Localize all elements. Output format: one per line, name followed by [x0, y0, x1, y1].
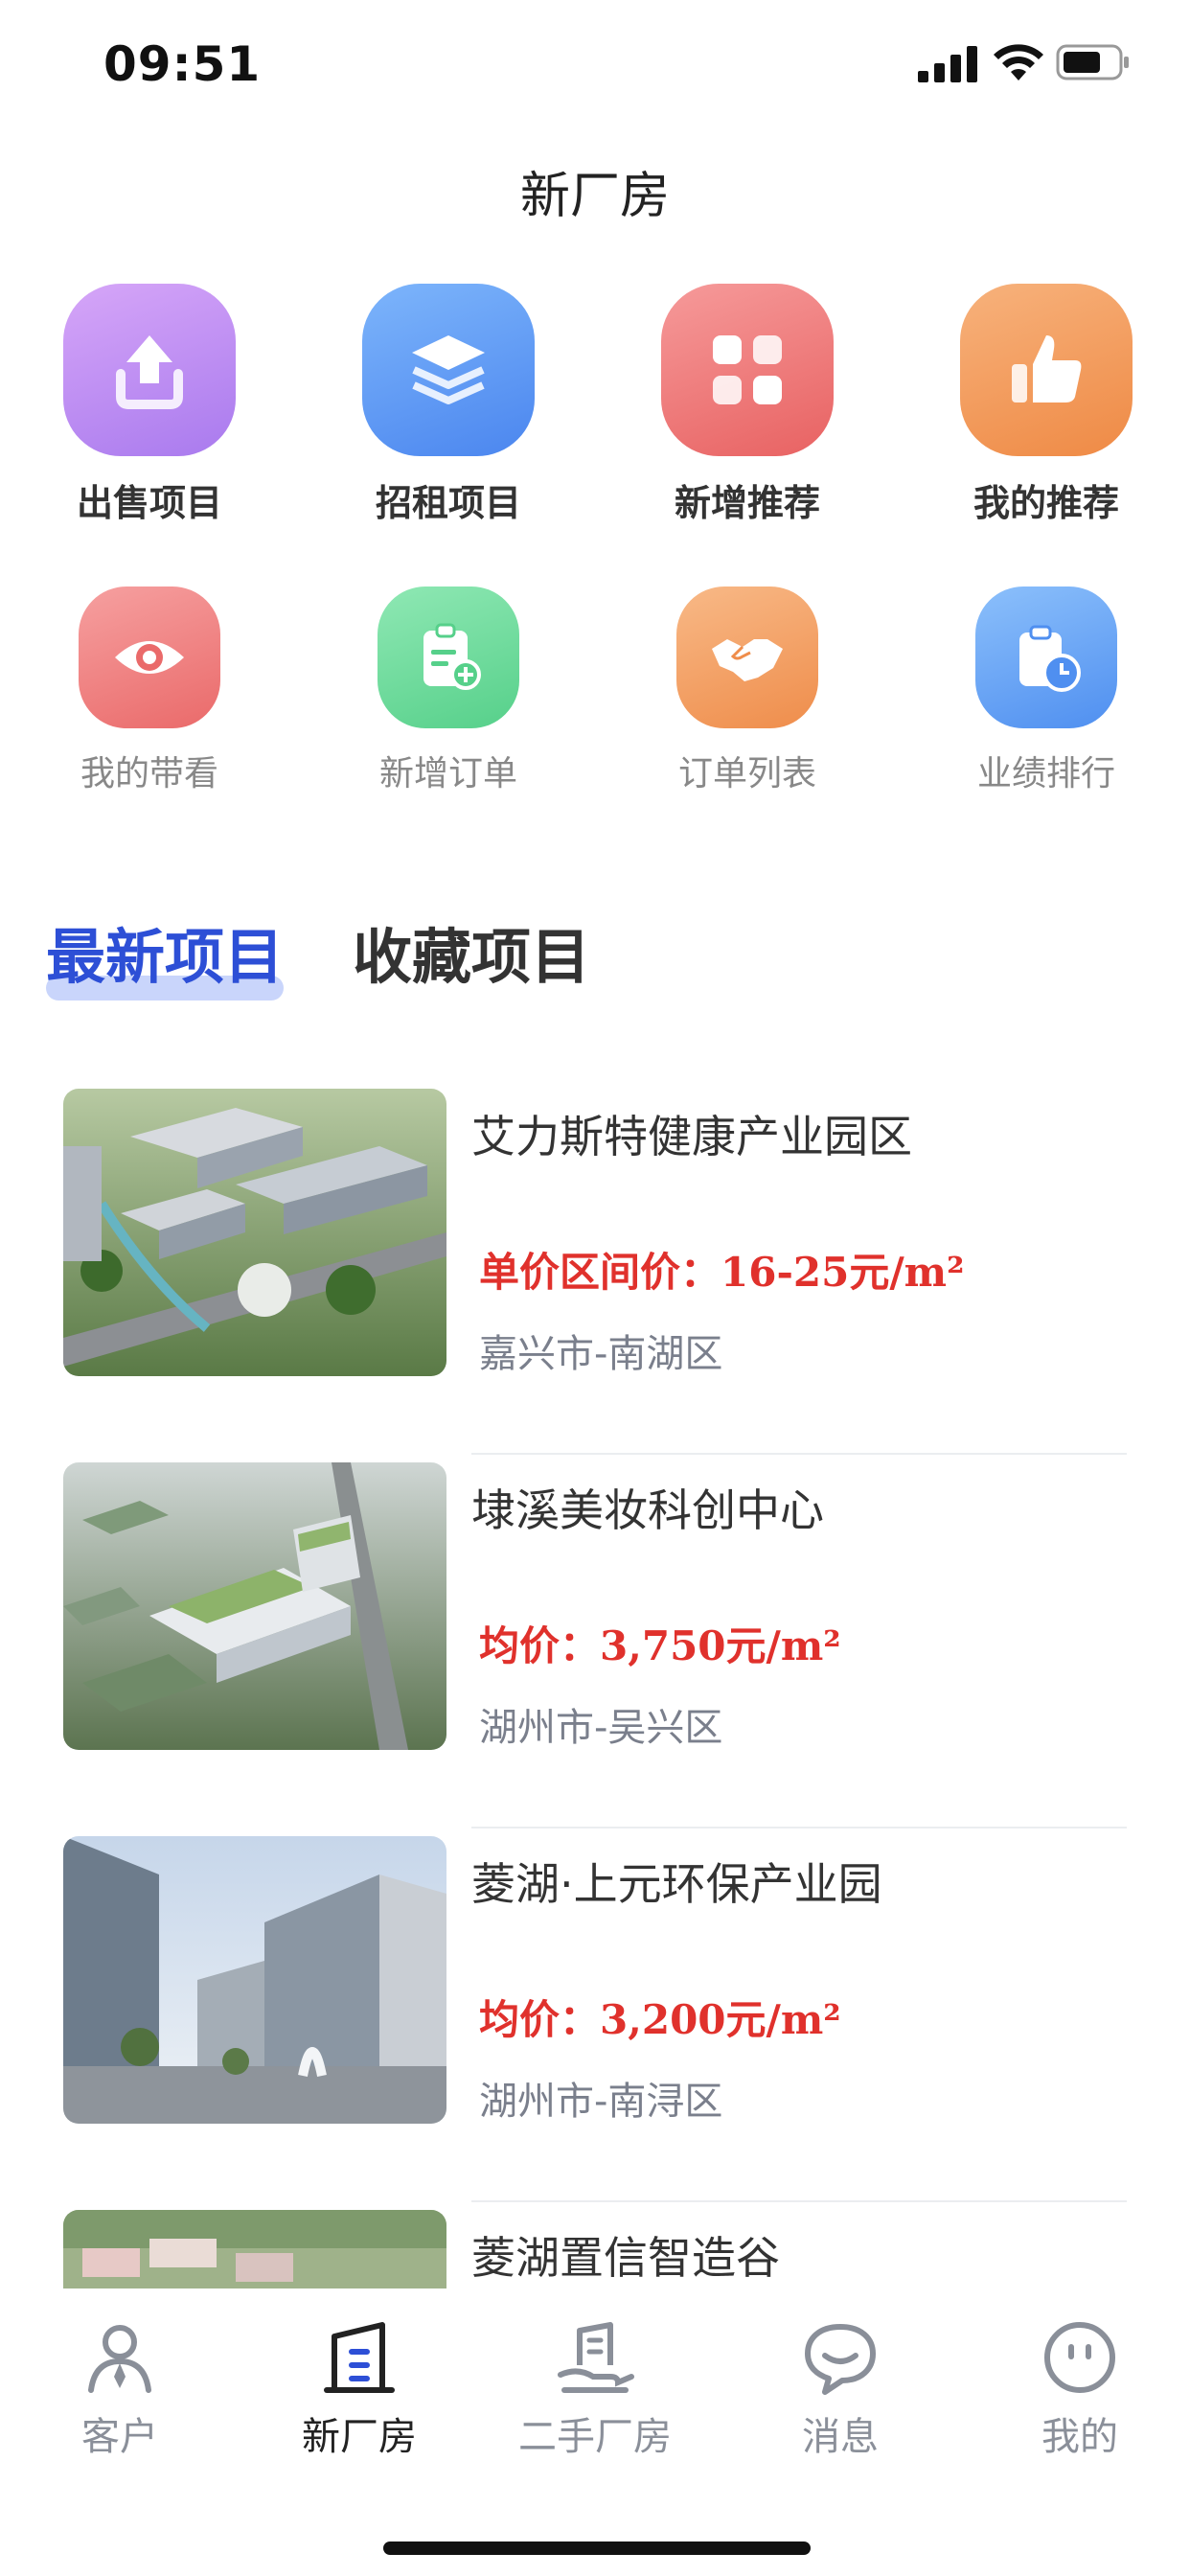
handshake-icon [676, 586, 818, 728]
project-name: 艾力斯特健康产业园区 [471, 1111, 912, 1162]
project-location: 湖州市-吴兴区 [479, 1706, 723, 1750]
quick-action-label: 出售项目 [76, 482, 222, 524]
smile-icon [1044, 2322, 1115, 2393]
wifi-icon [994, 44, 1043, 80]
tabbar-label: 我的 [1041, 2415, 1118, 2459]
project-thumbnail [63, 1462, 446, 1750]
quick-action-lease[interactable]: 招租项目 [329, 284, 568, 526]
status-bar: 09:51 [0, 0, 1190, 134]
project-item[interactable]: 埭溪美妆科创中心 均价：3,750元/m² 湖州市-吴兴区 [63, 1462, 1127, 1836]
quick-action-my-recommend[interactable]: 我的推荐 [927, 284, 1166, 526]
project-item[interactable]: 菱湖·上元环保产业园 均价：3,200元/m² 湖州市-南浔区 [63, 1836, 1127, 2210]
tabbar-item-customers[interactable]: 客户 [24, 2317, 216, 2461]
quick-action-label: 业绩排行 [976, 754, 1115, 794]
home-indicator [383, 2542, 811, 2555]
bottom-tab-bar: 客户 新厂房 二手厂房 消息 我的 [0, 2288, 1190, 2576]
quick-action-add-order[interactable]: 新增订单 [329, 586, 568, 795]
layers-icon [362, 284, 535, 456]
chat-icon [805, 2324, 876, 2395]
signal-icon [918, 46, 977, 82]
project-name: 菱湖·上元环保产业园 [471, 1858, 882, 1910]
quick-action-add-recommend[interactable]: 新增推荐 [628, 284, 867, 526]
tabbar-item-messages[interactable]: 消息 [744, 2317, 936, 2461]
hand-building-icon [558, 2322, 634, 2393]
project-thumbnail [63, 1089, 446, 1376]
building-icon [324, 2322, 395, 2393]
quick-action-order-list[interactable]: 订单列表 [628, 586, 867, 795]
project-price: 均价：3,750元/m² [479, 1622, 841, 1669]
tabbar-label: 二手厂房 [518, 2415, 672, 2459]
eye-icon [79, 586, 220, 728]
tabbar-item-second-hand[interactable]: 二手厂房 [499, 2317, 691, 2461]
quick-action-label: 新增订单 [378, 754, 517, 794]
project-location: 湖州市-南浔区 [479, 2080, 723, 2124]
quick-action-label: 新增推荐 [674, 482, 820, 524]
thumbs-up-icon [960, 284, 1133, 456]
grid-icon [661, 284, 834, 456]
project-location: 嘉兴市-南湖区 [479, 1332, 723, 1376]
tabbar-label: 新厂房 [302, 2415, 417, 2459]
tabbar-item-new-factory[interactable]: 新厂房 [263, 2317, 455, 2461]
person-icon [88, 2325, 151, 2393]
project-thumbnail [63, 2210, 446, 2288]
battery-icon [1056, 44, 1129, 80]
quick-action-sell[interactable]: 出售项目 [30, 284, 269, 526]
clipboard-add-icon [378, 586, 519, 728]
status-time: 09:51 [103, 36, 262, 92]
project-item[interactable]: 菱湖置信智造谷 [63, 2210, 1127, 2288]
tabbar-label: 消息 [802, 2415, 879, 2459]
tab-label: 收藏项目 [353, 922, 591, 992]
quick-action-my-visits[interactable]: 我的带看 [30, 586, 269, 795]
page-title: 新厂房 [519, 168, 670, 225]
upload-icon [63, 284, 236, 456]
divider [471, 1453, 1127, 1455]
divider [471, 2200, 1127, 2202]
quick-action-label: 我的带看 [80, 754, 218, 794]
tab-favorite-projects[interactable]: 收藏项目 [353, 908, 590, 995]
quick-action-label: 我的推荐 [973, 482, 1119, 524]
project-thumbnail [63, 1836, 446, 2124]
tab-label: 最新项目 [46, 922, 285, 992]
divider [471, 1827, 1127, 1828]
quick-action-label: 订单列表 [677, 754, 816, 794]
clipboard-clock-icon [975, 586, 1117, 728]
project-price: 均价：3,200元/m² [479, 1996, 841, 2043]
tab-latest-projects[interactable]: 最新项目 [46, 908, 285, 1000]
quick-action-ranking[interactable]: 业绩排行 [927, 586, 1166, 795]
tabbar-item-mine[interactable]: 我的 [984, 2317, 1176, 2461]
tabbar-label: 客户 [81, 2415, 158, 2459]
project-item[interactable]: 艾力斯特健康产业园区 单价区间价：16-25元/m² 嘉兴市-南湖区 [63, 1089, 1127, 1462]
project-name: 菱湖置信智造谷 [471, 2232, 780, 2284]
quick-action-label: 招租项目 [375, 482, 521, 524]
project-name: 埭溪美妆科创中心 [471, 1484, 824, 1536]
project-price: 单价区间价：16-25元/m² [479, 1249, 965, 1296]
